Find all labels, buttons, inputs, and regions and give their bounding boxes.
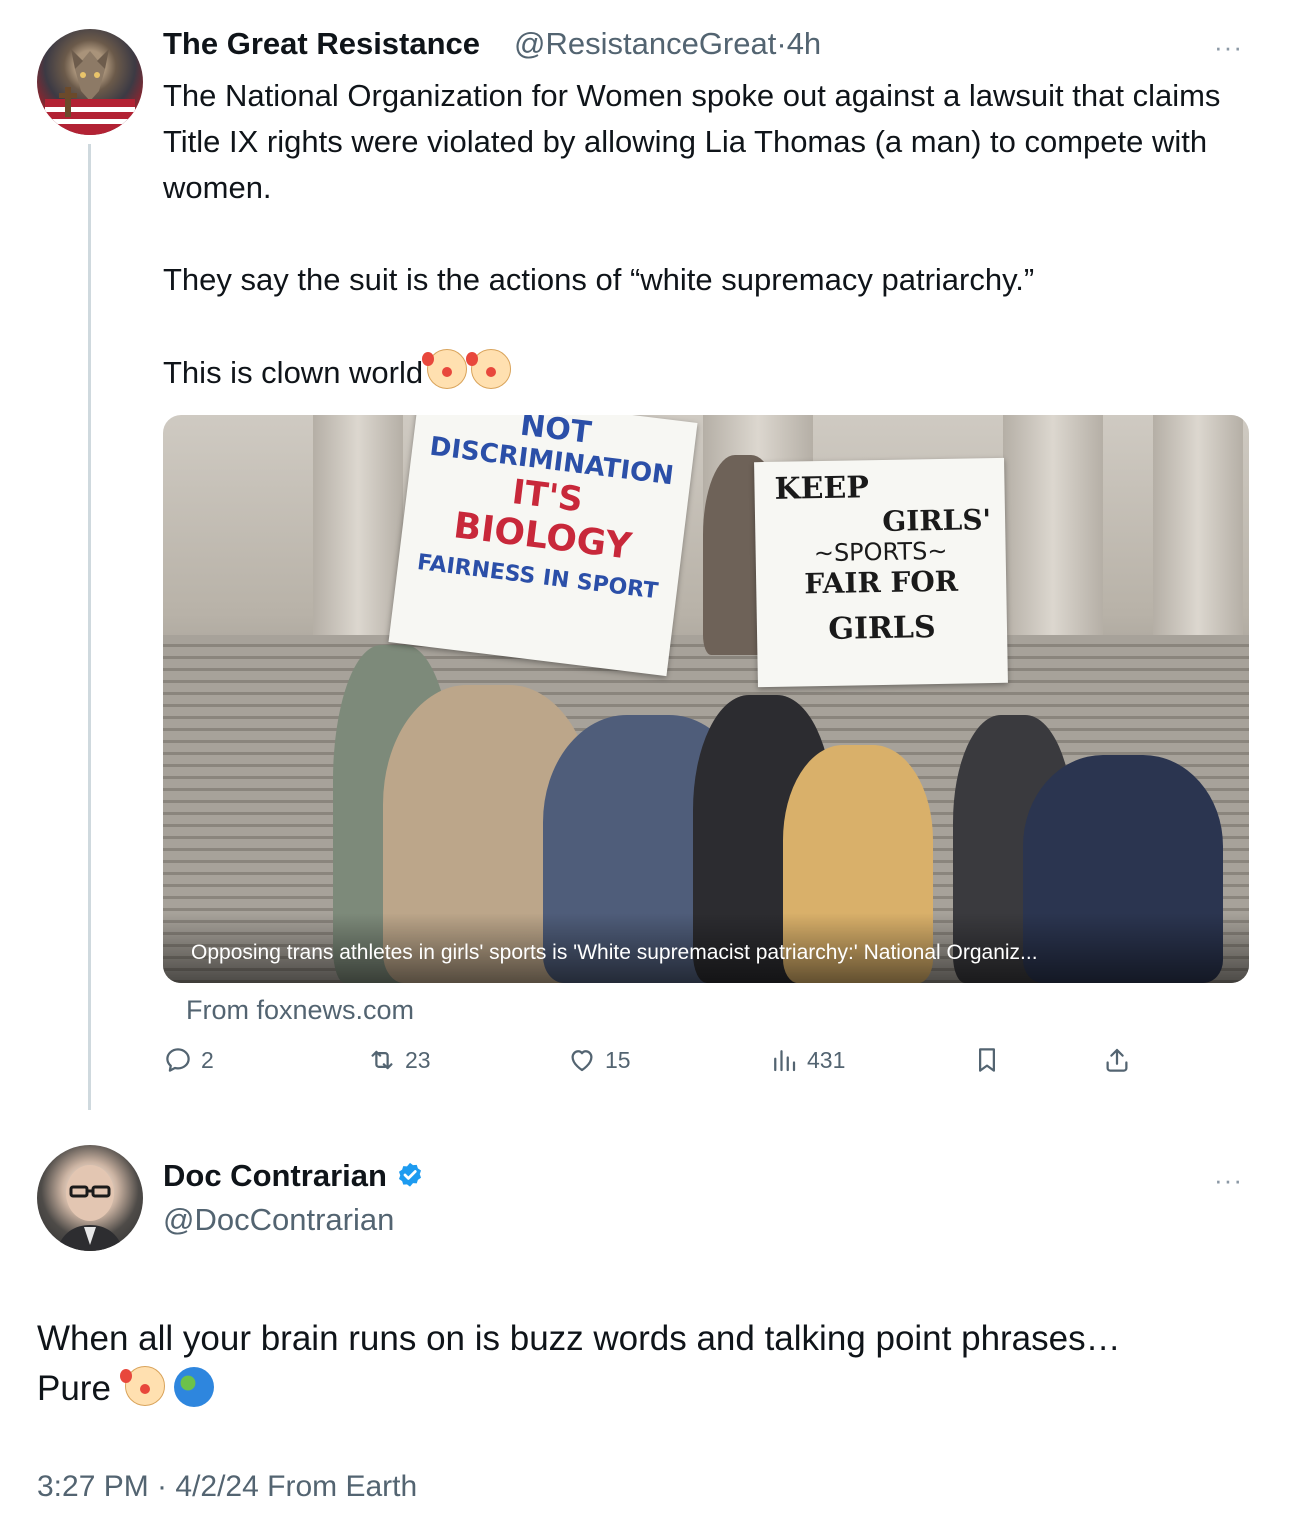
display-name[interactable]: The Great Resistance	[163, 26, 480, 62]
avatar[interactable]	[37, 1145, 143, 1251]
reply-count: 2	[201, 1046, 214, 1073]
protest-sign-right: KEEP GIRLS' ~SPORTS~ FAIR FOR GIRLS	[754, 457, 1008, 688]
analytics-icon	[774, 1050, 796, 1072]
views-button[interactable]: 431	[769, 1045, 845, 1075]
repost-count: 23	[405, 1046, 431, 1073]
sign-text: ~SPORTS~	[813, 536, 948, 568]
globe-americas-icon	[174, 1367, 215, 1407]
like-button[interactable]: 15	[567, 1045, 631, 1075]
bookmark-icon	[979, 1048, 995, 1072]
avatar[interactable]	[37, 29, 143, 135]
tweet-line-text: Pure	[37, 1369, 111, 1408]
clown-face-icon	[119, 1366, 165, 1406]
tweet-paragraph: The National Organization for Women spok…	[163, 78, 1221, 205]
handle[interactable]: @DocContrarian	[163, 1202, 394, 1238]
share-button[interactable]	[1102, 1045, 1132, 1075]
display-name[interactable]: Doc Contrarian	[163, 1158, 387, 1194]
bookmark-button[interactable]	[972, 1045, 1002, 1075]
tweet-paragraph: They say the suit is the actions of “whi…	[163, 262, 1035, 297]
wolf-avatar-icon	[45, 49, 135, 135]
handle[interactable]: @ResistanceGreat	[514, 26, 776, 61]
tweet-paragraph-text: This is clown world	[163, 355, 424, 390]
link-source[interactable]: From foxnews.com	[186, 995, 414, 1026]
heart-icon	[571, 1050, 593, 1072]
clown-face-icon	[422, 349, 468, 389]
tweet-paragraph: This is clown world	[163, 349, 1243, 396]
tweet-line: When all your brain runs on is buzz word…	[37, 1319, 1121, 1358]
verified-badge-icon[interactable]	[395, 1161, 425, 1191]
column	[1003, 415, 1103, 645]
repost-button[interactable]: 23	[367, 1045, 431, 1075]
like-count: 15	[605, 1046, 631, 1073]
separator-dot: ·	[776, 26, 787, 61]
share-icon	[1106, 1048, 1128, 1072]
column	[313, 415, 403, 645]
timestamp-and-source[interactable]: 3:27 PM · 4/2/24 From Earth	[37, 1470, 417, 1504]
repost-icon	[371, 1050, 393, 1070]
thread-connector-line	[88, 144, 91, 1110]
timestamp[interactable]: 4h	[787, 26, 821, 61]
sign-text: GIRLS	[828, 610, 936, 647]
action-bar: 2 23 15 431	[163, 1045, 1143, 1089]
tweet-text: The National Organization for Women spok…	[163, 73, 1243, 396]
reply-icon	[166, 1048, 190, 1072]
handle-and-time[interactable]: @ResistanceGreat·4h	[514, 26, 821, 62]
tweet-text: When all your brain runs on is buzz word…	[37, 1314, 1257, 1414]
more-options-button[interactable]: ···	[1214, 32, 1243, 63]
column	[1153, 415, 1243, 645]
display-name-row[interactable]: Doc Contrarian	[163, 1158, 425, 1194]
tweet-line: Pure	[37, 1364, 1257, 1414]
more-options-button[interactable]: ···	[1214, 1165, 1243, 1196]
link-card-image[interactable]: NOT DISCRIMINATION IT'S BIOLOGY FAIRNESS…	[163, 415, 1249, 983]
reply-button[interactable]: 2	[163, 1045, 214, 1075]
sign-text: KEEP	[774, 470, 870, 507]
sign-text: FAIR FOR	[804, 564, 959, 601]
old-man-avatar-icon	[57, 1165, 123, 1251]
view-count: 431	[807, 1046, 846, 1073]
clown-face-icon	[466, 349, 512, 389]
link-card-title[interactable]: Opposing trans athletes in girls' sports…	[191, 941, 1038, 965]
protest-sign-left: NOT DISCRIMINATION IT'S BIOLOGY FAIRNESS…	[388, 415, 698, 677]
sign-text: GIRLS'	[882, 503, 992, 538]
